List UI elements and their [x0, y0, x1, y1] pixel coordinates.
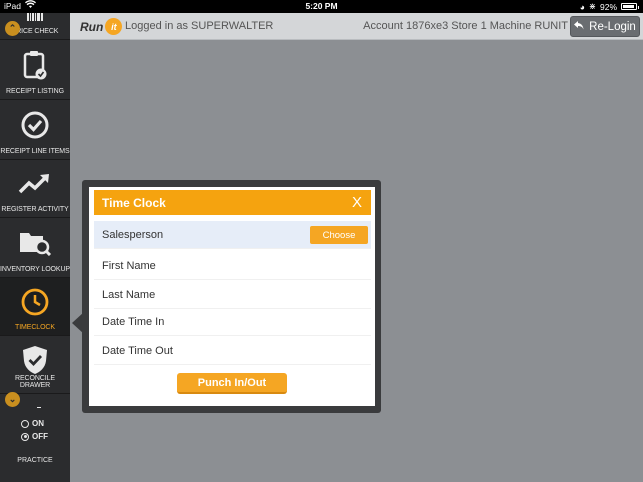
last-name-label: Last Name	[102, 289, 156, 301]
sidebar-item-reconcile-drawer[interactable]: Reconcile Drawer	[0, 336, 70, 394]
dialog-title-bar: Time Clock X	[94, 190, 371, 215]
logged-in-label: Logged in as SUPERWALTER	[125, 20, 274, 32]
barcode-icon	[27, 13, 43, 23]
dialog-title: Time Clock	[102, 196, 166, 210]
account-info: Account 1876xe3 Store 1 Machine RUNIT	[363, 20, 568, 32]
sidebar-item-register-activity[interactable]: Register Activity	[0, 160, 70, 218]
practice-off-option[interactable]: OFF	[21, 432, 48, 441]
first-name-row: First Name	[94, 252, 371, 280]
clock-icon	[0, 278, 70, 319]
trend-up-icon	[0, 160, 70, 198]
app-header: Run it Logged in as SUPERWALTER Account …	[70, 13, 643, 40]
back-arrow-icon	[574, 20, 584, 33]
battery-percent: 92%	[599, 1, 617, 12]
sidebar: Price Check ⌃ Receipt Listing Receipt Li…	[0, 13, 70, 482]
date-time-in-label: Date Time In	[102, 316, 165, 328]
sidebar-item-inventory-lookup[interactable]: Inventory Lookup	[0, 218, 70, 278]
scroll-down-button[interactable]: ⌄	[5, 392, 20, 407]
chevron-down-icon: ⌄	[8, 394, 17, 404]
sidebar-item-timeclock[interactable]: Timeclock	[0, 278, 70, 336]
clock-time: 5:20 PM	[305, 1, 338, 11]
punch-in-out-button[interactable]: Punch In/Out	[177, 373, 287, 394]
date-time-out-label: Date Time Out	[102, 345, 173, 357]
folder-search-icon	[0, 218, 70, 258]
date-time-out-row: Date Time Out	[94, 337, 371, 365]
practice-label: Practice	[17, 457, 53, 464]
check-circle-icon	[0, 100, 70, 142]
lock-rotation-icon: ◕	[579, 1, 585, 12]
clipboard-check-icon	[0, 40, 70, 82]
first-name-label: First Name	[102, 260, 156, 272]
choose-salesperson-button[interactable]: Choose	[310, 226, 368, 244]
practice-on-option[interactable]: ON	[21, 419, 44, 428]
shield-check-icon	[0, 336, 70, 378]
sidebar-item-receipt-listing[interactable]: Receipt Listing	[0, 40, 70, 100]
battery-icon	[621, 3, 639, 10]
radio-on-icon	[21, 419, 29, 428]
bluetooth-icon: ⋇	[588, 1, 596, 11]
date-time-in-row: Date Time In	[94, 308, 371, 336]
radio-off-icon	[21, 432, 29, 441]
practice-mode-toggle: ON OFF Practice	[0, 408, 70, 469]
close-button[interactable]: X	[352, 194, 362, 211]
runit-logo: Run it	[80, 18, 123, 35]
sidebar-item-receipt-line-items[interactable]: Receipt Line Items	[0, 100, 70, 160]
salesperson-label: Salesperson	[102, 229, 164, 241]
salesperson-row: Salesperson Choose	[94, 221, 371, 249]
scroll-up-button[interactable]: ⌃	[5, 21, 20, 36]
last-name-row: Last Name	[94, 281, 371, 309]
time-clock-dialog: Time Clock X Salesperson Choose First Na…	[89, 187, 375, 406]
relogin-button[interactable]: Re-Login	[570, 16, 640, 37]
status-bar: iPad 5:20 PM ◕ ⋇ 92%	[0, 0, 643, 13]
chevron-up-icon: ⌃	[8, 23, 17, 33]
